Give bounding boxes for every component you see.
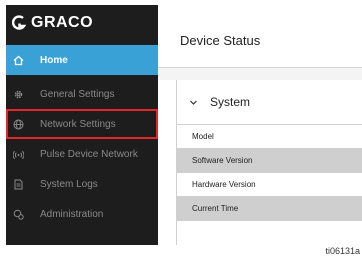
- status-row-software-version: Software Version: [177, 149, 362, 173]
- sidebar-item-label: System Logs: [40, 178, 98, 190]
- sidebar-item-administration[interactable]: Administration: [6, 199, 158, 229]
- row-label: Current Time: [192, 204, 239, 213]
- figure-id: ti06131a: [325, 246, 360, 256]
- page-title: Device Status: [180, 32, 261, 48]
- wireless-icon: [13, 149, 24, 160]
- admin-icon: [13, 209, 24, 220]
- system-section: System Model Software Version Hardware V…: [176, 80, 362, 245]
- globe-icon: [13, 119, 24, 130]
- sidebar-item-pulse-device-network[interactable]: Pulse Device Network: [6, 139, 158, 169]
- sidebar-item-home[interactable]: Home: [6, 45, 158, 75]
- sidebar-item-general-settings[interactable]: General Settings: [6, 79, 158, 109]
- sidebar-item-label: Pulse Device Network: [40, 148, 138, 160]
- sidebar-item-label: Network Settings: [40, 118, 116, 130]
- page-background: [158, 68, 362, 80]
- sidebar-item-label: General Settings: [40, 88, 115, 100]
- sidebar-item-label: Administration: [40, 208, 104, 220]
- sidebar: GRACO Home General Settings Network Sett…: [6, 5, 158, 245]
- row-label: Model: [192, 132, 214, 141]
- row-label: Software Version: [192, 156, 253, 165]
- status-row-hardware-version: Hardware Version: [177, 173, 362, 197]
- brand-name: GRACO: [31, 14, 94, 31]
- gear-icon: [13, 89, 24, 100]
- status-row-current-time: Current Time: [177, 197, 362, 221]
- section-title: System: [210, 95, 251, 109]
- main-content: Device Status System Model Software Vers…: [158, 5, 362, 245]
- chevron-down-icon[interactable]: [189, 98, 198, 107]
- page-header: Device Status: [158, 5, 362, 68]
- sidebar-item-label: Home: [40, 54, 68, 66]
- home-icon: [13, 55, 24, 66]
- brand-logo: GRACO: [6, 5, 158, 41]
- document-icon: [13, 179, 24, 190]
- sidebar-item-network-settings[interactable]: Network Settings: [6, 109, 158, 139]
- row-label: Hardware Version: [192, 180, 256, 189]
- status-row-model: Model: [177, 125, 362, 149]
- graco-logo-icon: [12, 15, 26, 30]
- sidebar-item-system-logs[interactable]: System Logs: [6, 169, 158, 199]
- section-header[interactable]: System: [177, 80, 362, 125]
